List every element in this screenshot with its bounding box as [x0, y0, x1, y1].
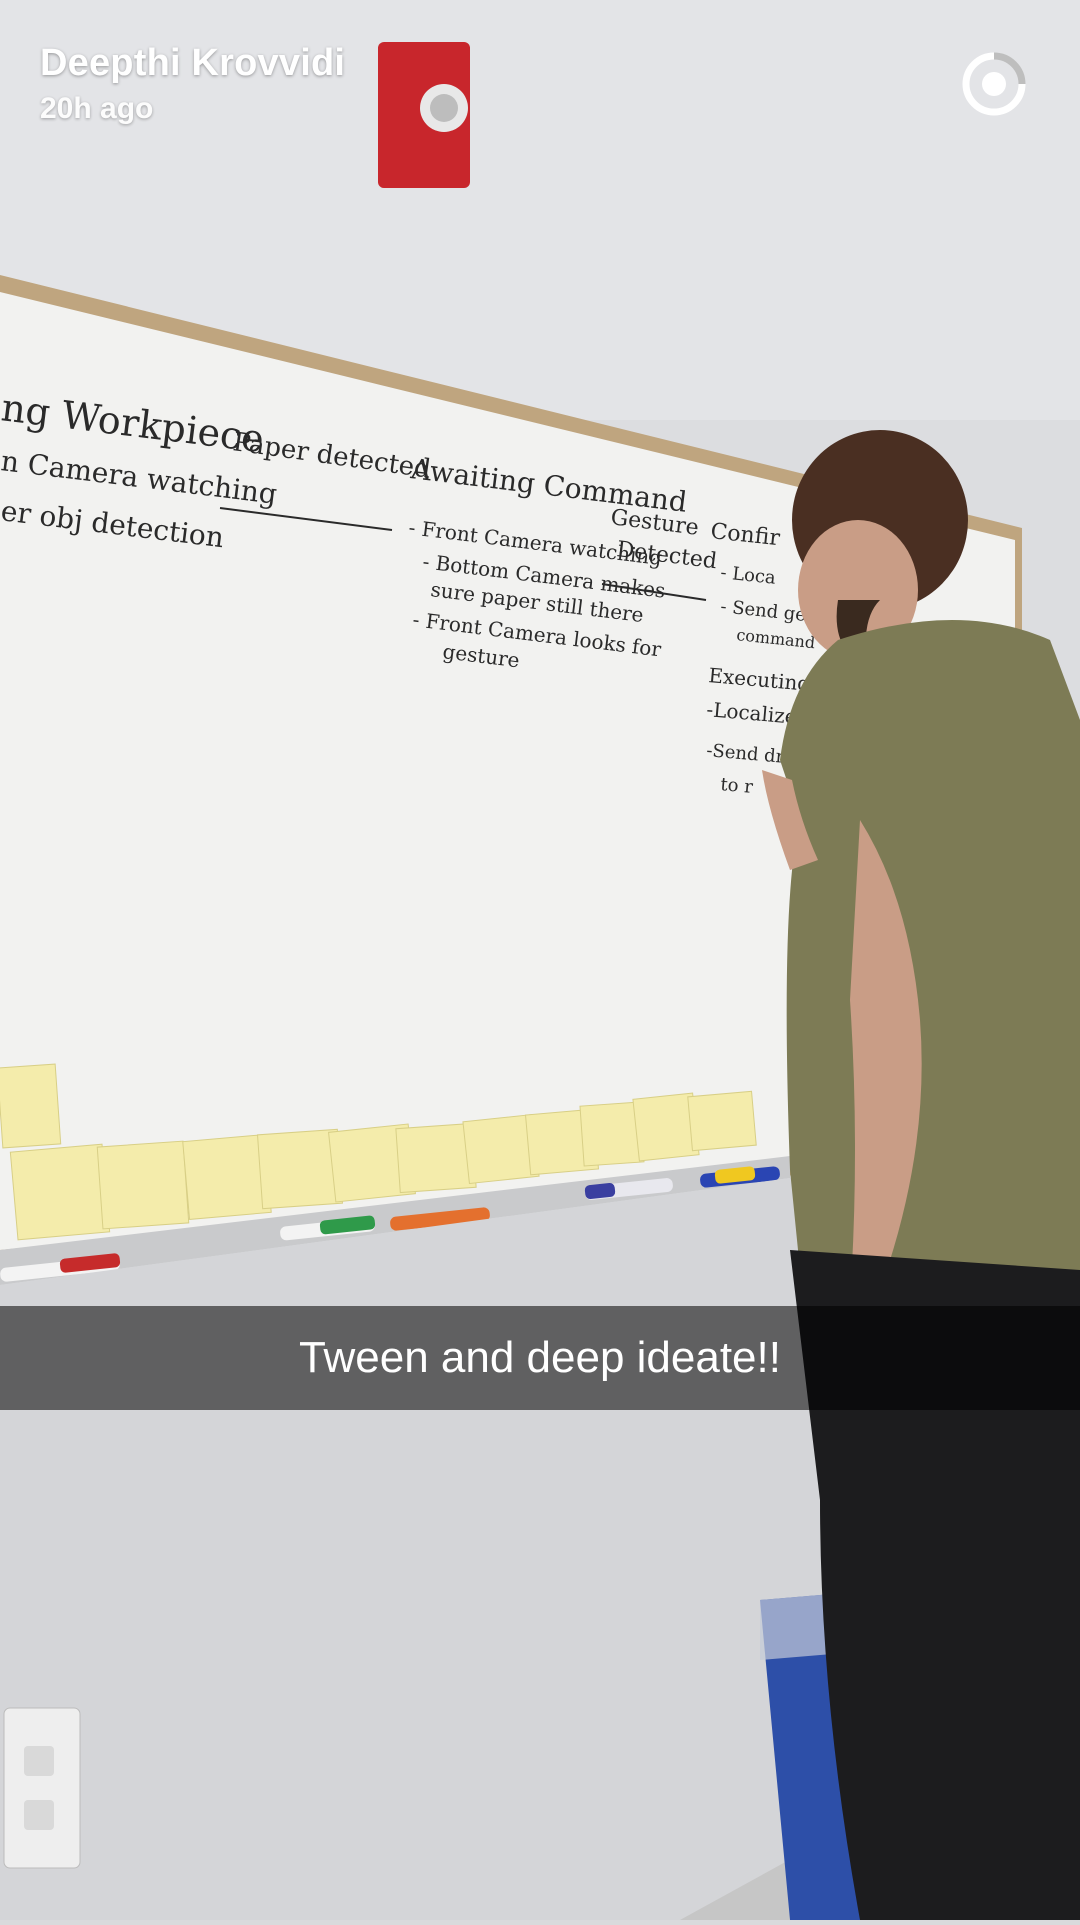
- wall-outlet: [3, 1707, 81, 1869]
- sender-name[interactable]: Deepthi Krovvidi: [40, 42, 345, 86]
- snap-photo: ng Workpiece n Camera watching er obj de…: [0, 0, 1080, 1920]
- timer-ring-icon[interactable]: [960, 50, 1028, 118]
- caption-bar: Tween and deep ideate!!: [0, 1306, 1080, 1410]
- caption-text: Tween and deep ideate!!: [299, 1333, 781, 1382]
- story-timestamp: 20h ago: [40, 91, 154, 125]
- fire-alarm: [378, 42, 470, 188]
- photo-scene: ng Workpiece n Camera watching er obj de…: [0, 0, 1080, 1920]
- wb-executing-line-3: to r: [720, 774, 754, 798]
- story-header: Deepthi Krovvidi 20h ago: [40, 42, 345, 126]
